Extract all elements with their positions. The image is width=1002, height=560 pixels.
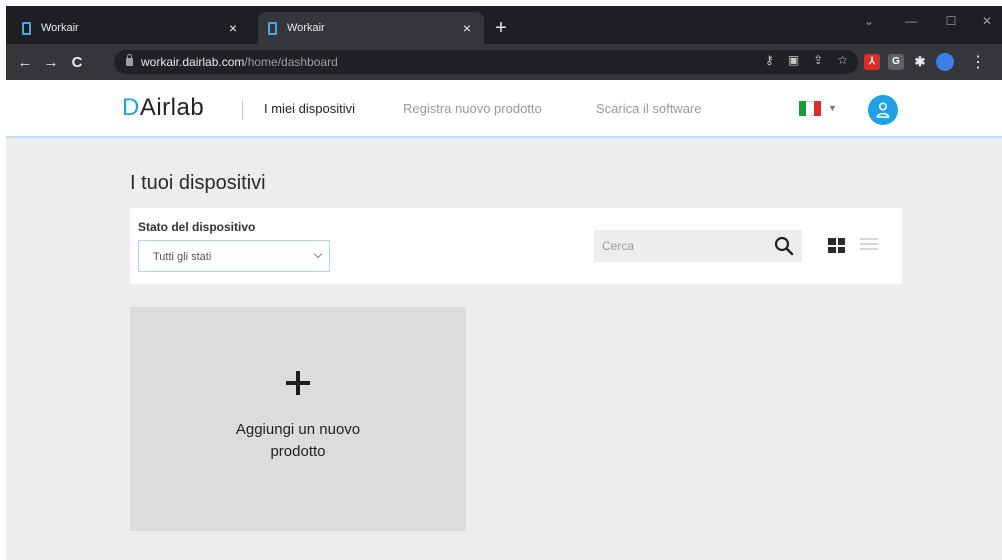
extensions-area: ⅄ G ✱ ⋮	[864, 52, 986, 72]
share-icon[interactable]: ⇪	[813, 53, 823, 67]
page-title: I tuoi dispositivi	[130, 172, 266, 194]
nav-divider	[242, 100, 243, 120]
search-box	[594, 230, 802, 262]
tab-close-icon[interactable]: ×	[460, 20, 474, 36]
plus-icon	[286, 371, 310, 395]
tab-title: Workair	[41, 22, 79, 34]
user-account-button[interactable]	[868, 95, 898, 125]
language-caret-icon[interactable]: ▼	[828, 103, 837, 113]
user-icon	[876, 102, 890, 118]
add-new-product-label: Aggiungi un nuovo prodotto	[235, 421, 361, 460]
search-icon[interactable]	[774, 236, 794, 256]
new-tab-button[interactable]: +	[490, 18, 512, 38]
device-status-value: Tutti gli stati	[153, 251, 212, 263]
nav-download-software[interactable]: Scarica il software	[596, 101, 701, 116]
extension-icon[interactable]: G	[888, 54, 904, 70]
italian-flag-icon[interactable]	[799, 101, 821, 116]
browser-tab-active[interactable]: Workair ×	[258, 12, 484, 44]
browser-menu-icon[interactable]: ⋮	[970, 52, 986, 72]
tab-close-icon[interactable]: ×	[226, 20, 240, 36]
address-bar[interactable]: workair.dairlab.com /home/dashboard ⚷ ▣ …	[114, 50, 858, 74]
lock-icon	[126, 54, 133, 66]
browser-window: Workair × Workair × + ⌄ — ☐ ✕ ← → C work…	[0, 0, 1002, 560]
workair-favicon-icon	[268, 21, 277, 35]
extensions-puzzle-icon[interactable]: ✱	[912, 54, 928, 70]
filter-bar: Stato del dispositivo Tutti gli stati	[130, 208, 902, 284]
list-view-icon[interactable]	[860, 238, 878, 253]
close-window-button[interactable]: ✕	[972, 14, 1002, 28]
chevron-down-icon	[313, 249, 323, 259]
nav-register-product[interactable]: Registra nuovo prodotto	[403, 101, 542, 116]
reload-button[interactable]: C	[64, 54, 90, 71]
tab-search-icon[interactable]: ⌄	[854, 14, 884, 28]
browser-toolbar: ← → C workair.dairlab.com /home/dashboar…	[6, 44, 1002, 80]
tab-strip: Workair × Workair × + ⌄ — ☐ ✕	[6, 6, 1002, 44]
grid-view-icon[interactable]	[828, 238, 845, 253]
forward-button[interactable]: →	[38, 54, 64, 71]
workair-favicon-icon	[22, 21, 31, 35]
translate-icon[interactable]: ▣	[788, 53, 799, 67]
dairlab-logo[interactable]: DAirlab	[122, 94, 204, 122]
device-status-select[interactable]: Tutti gli stati	[138, 240, 330, 272]
minimize-button[interactable]: —	[896, 14, 926, 28]
browser-tab-inactive[interactable]: Workair ×	[12, 12, 250, 44]
search-input[interactable]	[594, 230, 768, 262]
key-icon[interactable]: ⚷	[765, 53, 774, 67]
nav-my-devices[interactable]: I miei dispositivi	[264, 101, 355, 116]
tab-title: Workair	[287, 22, 325, 34]
pdf-extension-icon[interactable]: ⅄	[864, 54, 880, 70]
maximize-button[interactable]: ☐	[936, 14, 966, 28]
url-host: workair.dairlab.com	[141, 55, 245, 69]
add-new-product-card[interactable]: Aggiungi un nuovo prodotto	[130, 307, 466, 531]
device-status-label: Stato del dispositivo	[138, 220, 256, 234]
back-button[interactable]: ←	[12, 54, 38, 71]
url-path: /home/dashboard	[244, 55, 338, 69]
app-header: DAirlab I miei dispositivi Registra nuov…	[6, 80, 1002, 138]
omnibox-actions: ⚷ ▣ ⇪ ☆	[765, 53, 848, 67]
profile-avatar-icon[interactable]	[936, 53, 954, 71]
bookmark-star-icon[interactable]: ☆	[837, 53, 848, 67]
